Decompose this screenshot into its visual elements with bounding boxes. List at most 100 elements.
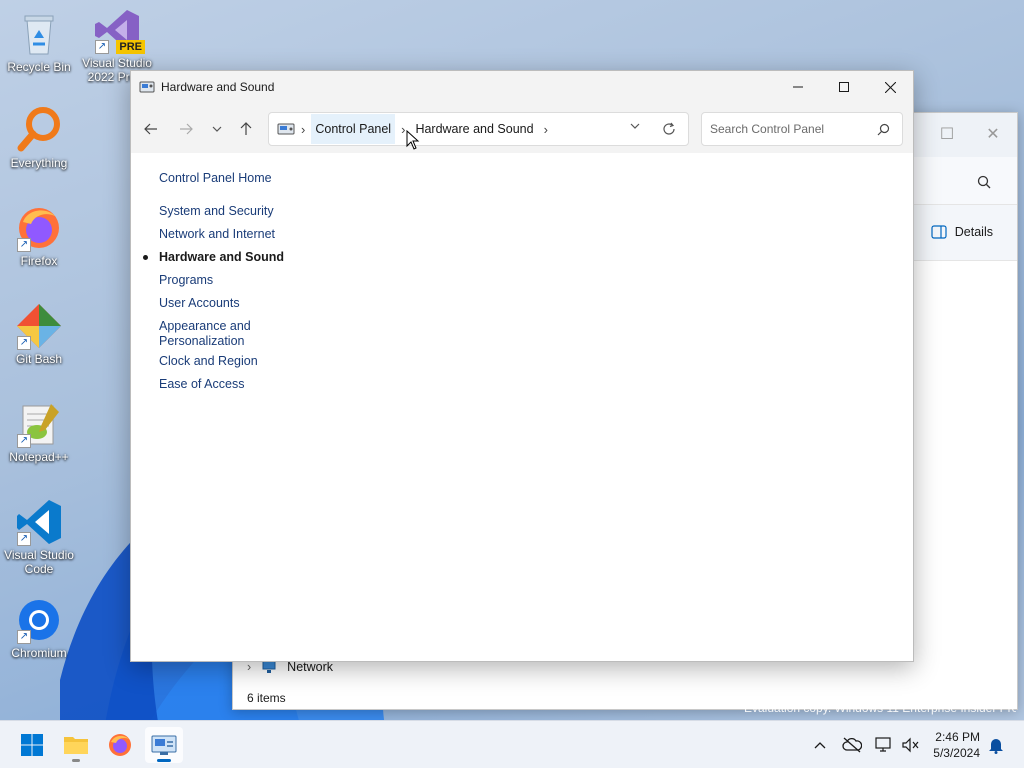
nav-network-and-internet[interactable]: Network and Internet [159,227,275,242]
tray-volume[interactable] [900,735,920,755]
firefox-icon: ↗ [15,204,63,252]
navigation-bar: › Control Panel › Hardware and Sound › [131,103,913,153]
taskbar: 2:46 PM 5/3/2024 [0,720,1024,768]
search-icon[interactable] [877,123,890,136]
breadcrumb-hardware-and-sound[interactable]: Hardware and Sound [411,114,537,144]
desktop-icon-label: Git Bash [15,352,63,366]
window-title: Hardware and Sound [161,80,275,94]
desktop-icon-recycle-bin[interactable]: Recycle Bin [0,10,78,74]
maximize-button[interactable] [821,71,867,103]
desktop-icon-label: Everything [10,156,68,170]
details-pane-icon [931,225,947,239]
refresh-icon[interactable] [662,122,676,136]
shortcut-arrow-icon: ↗ [17,532,31,546]
nav-control-panel-home[interactable]: Control Panel Home [159,171,272,186]
network-monitor-icon [875,737,891,752]
search-input[interactable] [710,121,870,137]
taskbar-control-panel[interactable] [145,727,183,763]
desktop-icon-label: Visual Studio Code [4,548,74,576]
status-item-count: 6 items [247,691,286,705]
recycle-bin-icon [15,10,63,58]
notepad-plus-plus-icon: ↗ [15,400,63,448]
maximize-icon [839,82,849,92]
address-dropdown-icon[interactable] [630,123,640,129]
minimize-button[interactable] [775,71,821,103]
desktop-icon-chromium[interactable]: ↗ Chromium [0,596,78,660]
bell-icon [989,739,1003,754]
clock-time: 2:46 PM [935,730,980,744]
chevron-up-icon [814,742,826,749]
start-button[interactable] [13,727,51,763]
search-box[interactable] [701,112,903,146]
arrow-up-icon [240,122,252,135]
nav-hardware-and-sound-label: Hardware and Sound [159,250,285,264]
vscode-icon: ↗ [15,498,63,546]
desktop-icon-label: Recycle Bin [7,60,71,74]
nav-appearance-and-personalization[interactable]: Appearance and Personalization [159,319,259,349]
tray-network[interactable] [874,735,894,755]
breadcrumb-separator[interactable]: › [301,122,305,137]
active-bullet-icon [143,255,148,260]
nav-user-accounts[interactable]: User Accounts [159,296,240,311]
breadcrumb-separator[interactable]: › [401,122,405,137]
firefox-icon [109,734,131,756]
title-bar[interactable]: Hardware and Sound [131,71,913,103]
arrow-right-icon [180,123,193,135]
nav-system-and-security[interactable]: System and Security [159,204,274,219]
pre-badge: PRE [116,40,145,54]
forward-button[interactable] [174,117,198,141]
details-button[interactable]: Details [931,225,993,239]
desktop-icon-label: Firefox [20,254,58,268]
clock-date: 5/3/2024 [933,746,980,760]
show-hidden-icons-button[interactable] [810,735,830,755]
shortcut-arrow-icon: ↗ [95,40,109,54]
breadcrumb-separator[interactable]: › [544,122,548,137]
control-panel-window[interactable]: Hardware and Sound › Control Panel › Har… [130,70,914,662]
desktop-icon-everything[interactable]: Everything [0,106,78,170]
shortcut-arrow-icon: ↗ [17,434,31,448]
control-panel-icon [139,81,155,93]
maximize-icon[interactable]: ☐ [937,125,957,145]
close-icon[interactable]: ✕ [983,125,1003,145]
search-icon[interactable] [977,175,991,189]
nav-hardware-and-sound[interactable]: Hardware and Sound [143,250,285,265]
arrow-left-icon [144,123,157,135]
system-clock[interactable]: 2:46 PM 5/3/2024 [933,729,980,761]
tray-onedrive-offline[interactable] [842,735,862,755]
shortcut-arrow-icon: ↗ [17,336,31,350]
chromium-icon: ↗ [15,596,63,644]
chevron-right-icon[interactable]: › [247,660,251,674]
visual-studio-icon: PRE ↗ [93,6,145,54]
desktop-icon-firefox[interactable]: ↗ Firefox [0,204,78,268]
close-button[interactable] [867,71,913,103]
nav-ease-of-access[interactable]: Ease of Access [159,377,244,392]
notifications-button[interactable] [986,735,1006,755]
desktop-icon-notepad-plus-plus[interactable]: ↗ Notepad++ [0,400,78,464]
nav-programs[interactable]: Programs [159,273,213,288]
network-label: Network [287,660,334,674]
window-controls [775,71,913,103]
minimize-icon [793,86,803,88]
git-bash-icon: ↗ [15,302,63,350]
address-bar[interactable]: › Control Panel › Hardware and Sound › [268,112,689,146]
taskbar-file-explorer[interactable] [57,727,95,763]
nav-clock-and-region[interactable]: Clock and Region [159,354,258,369]
tree-item-network[interactable]: › Network [247,660,333,674]
close-icon [884,81,896,93]
taskbar-firefox[interactable] [101,727,139,763]
desktop-icon-git-bash[interactable]: ↗ Git Bash [0,302,78,366]
evaluation-watermark: Evaluation copy. Windows 11 Enterprise I… [744,701,1016,715]
chevron-down-icon [212,126,222,132]
network-icon [262,660,276,673]
back-button[interactable] [139,117,163,141]
desktop-icon-vscode[interactable]: ↗ Visual Studio Code [0,498,78,576]
volume-muted-icon [902,737,919,753]
control-panel-icon [151,735,177,755]
shortcut-arrow-icon: ↗ [17,630,31,644]
file-explorer-icon [64,737,88,754]
desktop-icon-label: Chromium [11,646,67,660]
active-indicator [157,759,171,762]
up-button[interactable] [234,117,258,141]
recent-locations-button[interactable] [205,117,229,141]
breadcrumb-control-panel[interactable]: Control Panel [311,114,396,144]
